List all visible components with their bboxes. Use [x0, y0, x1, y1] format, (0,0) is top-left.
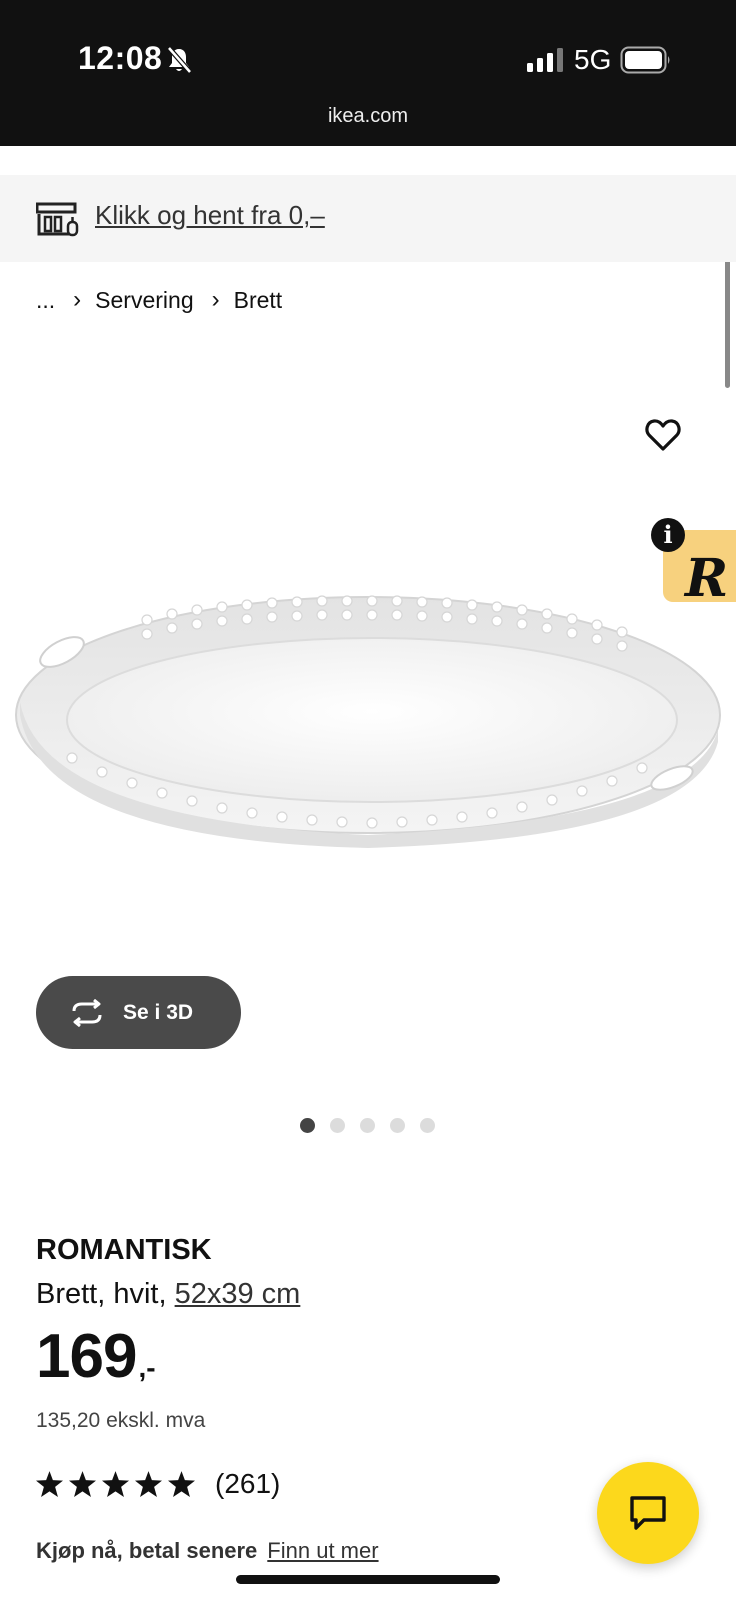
product-rating[interactable]: (261)	[36, 1468, 280, 1500]
product-price: 169 ,-	[36, 1326, 156, 1388]
heart-icon[interactable]	[645, 418, 681, 452]
breadcrumb: ... › Servering › Brett	[36, 286, 282, 314]
product-image[interactable]	[12, 590, 724, 860]
star-icon	[102, 1471, 129, 1497]
page: 12:08 5G ikea.com Klikk og hent fra 0,– …	[0, 0, 736, 1600]
star-icon	[168, 1471, 195, 1497]
breadcrumb-ellipsis[interactable]: ...	[36, 287, 55, 314]
pay-later-link[interactable]: Finn ut mer	[267, 1538, 378, 1564]
star-icon	[69, 1471, 96, 1497]
network-type: 5G	[574, 44, 612, 75]
chevron-right-icon: ›	[211, 286, 220, 313]
price-suffix: ,-	[138, 1352, 156, 1383]
image-carousel-dots	[300, 1118, 435, 1133]
chevron-right-icon: ›	[73, 286, 82, 313]
battery-icon	[620, 46, 670, 74]
chat-icon	[630, 1496, 666, 1530]
pay-later-label: Kjøp nå, betal senere	[36, 1538, 258, 1563]
cellular-signal-icon	[527, 48, 563, 72]
home-indicator[interactable]	[236, 1575, 500, 1584]
carousel-dot[interactable]	[330, 1118, 345, 1133]
price-integer: 169	[36, 1322, 137, 1391]
bell-off-icon	[167, 46, 192, 74]
store-icon	[36, 202, 79, 237]
breadcrumb-item-brett[interactable]: Brett	[234, 287, 283, 314]
product-size-link[interactable]: 52x39 cm	[175, 1278, 301, 1310]
pay-later-row: Kjøp nå, betal senere Finn ut mer	[36, 1538, 379, 1564]
product-type: Brett, hvit,	[36, 1278, 167, 1310]
rating-count: (261)	[215, 1468, 281, 1499]
carousel-dot[interactable]	[360, 1118, 375, 1133]
click-collect-link[interactable]: Klikk og hent fra 0,–	[95, 200, 325, 231]
rotate-3d-icon	[72, 998, 102, 1027]
carousel-dot[interactable]	[420, 1118, 435, 1133]
star-icon	[135, 1471, 162, 1497]
chat-button[interactable]	[597, 1462, 699, 1564]
carousel-dot[interactable]	[390, 1118, 405, 1133]
view-3d-button[interactable]: Se i 3D	[36, 976, 241, 1049]
rating-stars	[36, 1471, 195, 1497]
view-3d-label: Se i 3D	[123, 1000, 194, 1024]
breadcrumb-item-servering[interactable]: Servering	[95, 287, 193, 314]
star-icon	[36, 1471, 63, 1497]
status-bar: 12:08 5G ikea.com	[0, 0, 736, 146]
status-time: 12:08	[78, 40, 163, 76]
browser-url[interactable]: ikea.com	[0, 105, 736, 128]
info-icon[interactable]: i	[651, 518, 685, 552]
carousel-dot[interactable]	[300, 1118, 315, 1133]
product-name: ROMANTISK	[36, 1234, 212, 1266]
price-ex-vat: 135,20 ekskl. mva	[36, 1409, 206, 1432]
product-description: Brett, hvit, 52x39 cm	[36, 1278, 300, 1311]
